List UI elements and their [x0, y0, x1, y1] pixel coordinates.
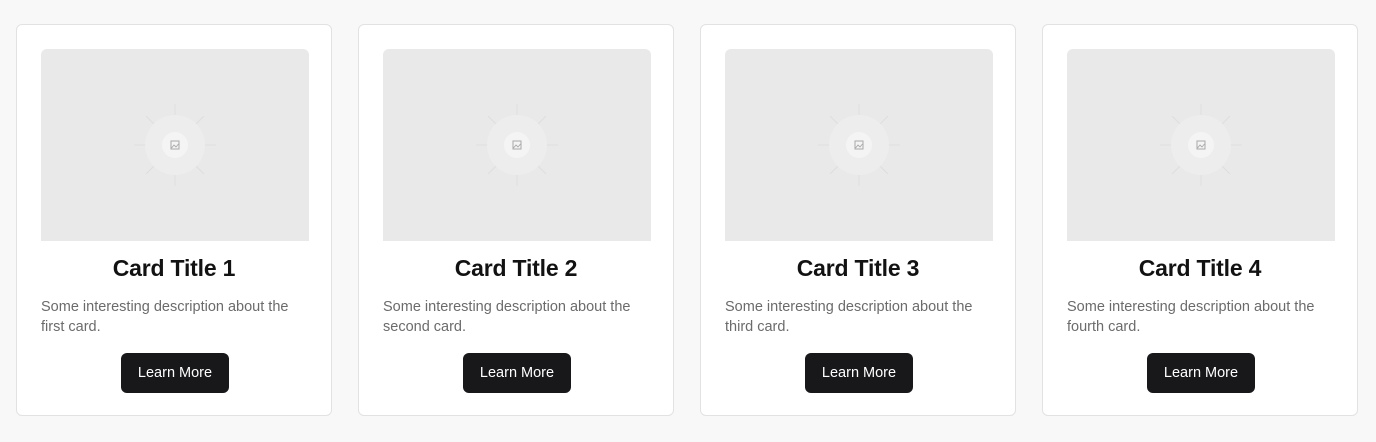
card-description: Some interesting description about the s…	[383, 299, 631, 335]
card-image	[41, 49, 309, 241]
learn-more-button[interactable]: Learn More	[121, 353, 229, 393]
card-image	[1067, 49, 1335, 241]
card-grid: Card Title 1 Some interesting descriptio…	[0, 0, 1376, 442]
card-1: Card Title 1 Some interesting descriptio…	[16, 24, 332, 416]
card-image	[383, 49, 651, 241]
image-placeholder-icon	[476, 104, 558, 186]
card-3: Card Title 3 Some interesting descriptio…	[700, 24, 1016, 416]
card-title: Card Title 4	[1138, 255, 1262, 281]
card-2: Card Title 2 Some interesting descriptio…	[358, 24, 674, 416]
card-4: Card Title 4 Some interesting descriptio…	[1042, 24, 1358, 416]
card-title: Card Title 3	[796, 255, 920, 281]
learn-more-button[interactable]: Learn More	[805, 353, 913, 393]
image-placeholder-icon	[818, 104, 900, 186]
card-description: Some interesting description about the f…	[1067, 299, 1315, 335]
image-placeholder-icon	[134, 104, 216, 186]
card-title: Card Title 1	[112, 255, 236, 281]
learn-more-button[interactable]: Learn More	[1147, 353, 1255, 393]
card-image	[725, 49, 993, 241]
card-title: Card Title 2	[454, 255, 578, 281]
learn-more-button[interactable]: Learn More	[463, 353, 571, 393]
card-description: Some interesting description about the f…	[41, 299, 289, 335]
image-placeholder-icon	[1160, 104, 1242, 186]
card-description: Some interesting description about the t…	[725, 299, 973, 335]
